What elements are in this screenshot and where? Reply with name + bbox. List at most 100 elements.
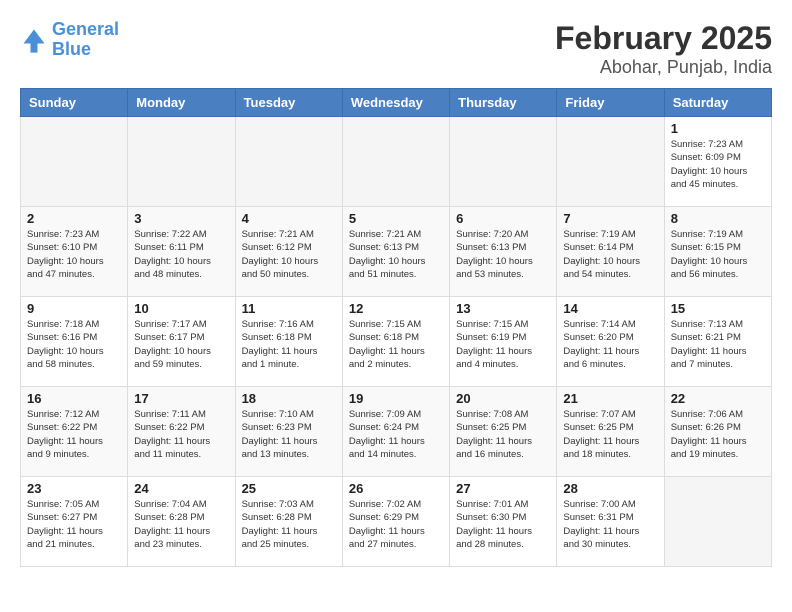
day-of-week-header: Saturday [664, 89, 771, 117]
day-info: Sunrise: 7:01 AM Sunset: 6:30 PM Dayligh… [456, 498, 550, 551]
calendar-cell: 11 Sunrise: 7:16 AM Sunset: 6:18 PM Dayli… [235, 297, 342, 387]
day-info: Sunrise: 7:15 AM Sunset: 6:19 PM Dayligh… [456, 318, 550, 371]
day-number: 9 [27, 301, 121, 316]
calendar-cell: 22Sunrise: 7:06 AM Sunset: 6:26 PM Dayli… [664, 387, 771, 477]
calendar-header-row: SundayMondayTuesdayWednesdayThursdayFrid… [21, 89, 772, 117]
day-info: Sunrise: 7:19 AM Sunset: 6:15 PM Dayligh… [671, 228, 765, 281]
calendar-cell [128, 117, 235, 207]
day-number: 8 [671, 211, 765, 226]
day-number: 22 [671, 391, 765, 406]
calendar-cell: 27 Sunrise: 7:01 AM Sunset: 6:30 PM Dayli… [450, 477, 557, 567]
day-number: 3 [134, 211, 228, 226]
calendar-cell: 10Sunrise: 7:17 AM Sunset: 6:17 PM Dayli… [128, 297, 235, 387]
day-info: Sunrise: 7:23 AM Sunset: 6:10 PM Dayligh… [27, 228, 121, 281]
day-number: 18 [242, 391, 336, 406]
day-info: Sunrise: 7:19 AM Sunset: 6:14 PM Dayligh… [563, 228, 657, 281]
day-number: 14 [563, 301, 657, 316]
day-number: 24 [134, 481, 228, 496]
day-info: Sunrise: 7:20 AM Sunset: 6:13 PM Dayligh… [456, 228, 550, 281]
calendar-cell: 26 Sunrise: 7:02 AM Sunset: 6:29 PM Dayli… [342, 477, 449, 567]
calendar-cell: 4 Sunrise: 7:21 AM Sunset: 6:12 PM Daylig… [235, 207, 342, 297]
day-number: 2 [27, 211, 121, 226]
calendar-cell: 5 Sunrise: 7:21 AM Sunset: 6:13 PM Daylig… [342, 207, 449, 297]
day-info: Sunrise: 7:00 AM Sunset: 6:31 PM Dayligh… [563, 498, 657, 551]
calendar-week-row: 1 Sunrise: 7:23 AM Sunset: 6:09 PM Daylig… [21, 117, 772, 207]
day-info: Sunrise: 7:12 AM Sunset: 6:22 PM Dayligh… [27, 408, 121, 461]
day-info: Sunrise: 7:02 AM Sunset: 6:29 PM Dayligh… [349, 498, 443, 551]
day-of-week-header: Wednesday [342, 89, 449, 117]
calendar-cell: 14 Sunrise: 7:14 AM Sunset: 6:20 PM Dayli… [557, 297, 664, 387]
day-number: 17 [134, 391, 228, 406]
day-number: 11 [242, 301, 336, 316]
calendar-table: SundayMondayTuesdayWednesdayThursdayFrid… [20, 88, 772, 567]
calendar-cell: 24Sunrise: 7:04 AM Sunset: 6:28 PM Dayli… [128, 477, 235, 567]
day-number: 23 [27, 481, 121, 496]
day-number: 5 [349, 211, 443, 226]
calendar-cell [664, 477, 771, 567]
day-info: Sunrise: 7:21 AM Sunset: 6:12 PM Dayligh… [242, 228, 336, 281]
day-number: 12 [349, 301, 443, 316]
calendar-cell: 3 Sunrise: 7:22 AM Sunset: 6:11 PM Daylig… [128, 207, 235, 297]
logo-icon [20, 26, 48, 54]
calendar-cell [235, 117, 342, 207]
calendar-cell: 16 Sunrise: 7:12 AM Sunset: 6:22 PM Dayli… [21, 387, 128, 477]
calendar-week-row: 16 Sunrise: 7:12 AM Sunset: 6:22 PM Dayli… [21, 387, 772, 477]
day-number: 4 [242, 211, 336, 226]
day-info: Sunrise: 7:14 AM Sunset: 6:20 PM Dayligh… [563, 318, 657, 371]
calendar-week-row: 2 Sunrise: 7:23 AM Sunset: 6:10 PM Daylig… [21, 207, 772, 297]
calendar-cell: 28 Sunrise: 7:00 AM Sunset: 6:31 PM Dayli… [557, 477, 664, 567]
calendar-title: February 2025 [555, 20, 772, 57]
day-number: 13 [456, 301, 550, 316]
day-of-week-header: Monday [128, 89, 235, 117]
day-info: Sunrise: 7:15 AM Sunset: 6:18 PM Dayligh… [349, 318, 443, 371]
day-of-week-header: Sunday [21, 89, 128, 117]
day-number: 6 [456, 211, 550, 226]
calendar-cell [450, 117, 557, 207]
calendar-cell: 25 Sunrise: 7:03 AM Sunset: 6:28 PM Dayli… [235, 477, 342, 567]
day-number: 28 [563, 481, 657, 496]
day-number: 10 [134, 301, 228, 316]
calendar-subtitle: Abohar, Punjab, India [555, 57, 772, 78]
day-info: Sunrise: 7:07 AM Sunset: 6:25 PM Dayligh… [563, 408, 657, 461]
calendar-cell: 18Sunrise: 7:10 AM Sunset: 6:23 PM Dayli… [235, 387, 342, 477]
calendar-week-row: 9 Sunrise: 7:18 AM Sunset: 6:16 PM Daylig… [21, 297, 772, 387]
calendar-cell: 7 Sunrise: 7:19 AM Sunset: 6:14 PM Daylig… [557, 207, 664, 297]
day-info: Sunrise: 7:11 AM Sunset: 6:22 PM Dayligh… [134, 408, 228, 461]
day-number: 16 [27, 391, 121, 406]
day-of-week-header: Tuesday [235, 89, 342, 117]
day-number: 21 [563, 391, 657, 406]
day-info: Sunrise: 7:08 AM Sunset: 6:25 PM Dayligh… [456, 408, 550, 461]
day-number: 19 [349, 391, 443, 406]
day-info: Sunrise: 7:03 AM Sunset: 6:28 PM Dayligh… [242, 498, 336, 551]
calendar-cell: 9 Sunrise: 7:18 AM Sunset: 6:16 PM Daylig… [21, 297, 128, 387]
day-of-week-header: Friday [557, 89, 664, 117]
calendar-week-row: 23 Sunrise: 7:05 AM Sunset: 6:27 PM Dayli… [21, 477, 772, 567]
logo: General Blue [20, 20, 119, 60]
calendar-cell: 21 Sunrise: 7:07 AM Sunset: 6:25 PM Dayli… [557, 387, 664, 477]
day-number: 1 [671, 121, 765, 136]
calendar-cell [21, 117, 128, 207]
day-info: Sunrise: 7:13 AM Sunset: 6:21 PM Dayligh… [671, 318, 765, 371]
logo-text: General Blue [52, 20, 119, 60]
day-number: 15 [671, 301, 765, 316]
calendar-cell: 12 Sunrise: 7:15 AM Sunset: 6:18 PM Dayli… [342, 297, 449, 387]
day-info: Sunrise: 7:09 AM Sunset: 6:24 PM Dayligh… [349, 408, 443, 461]
calendar-cell [557, 117, 664, 207]
day-info: Sunrise: 7:23 AM Sunset: 6:09 PM Dayligh… [671, 138, 765, 191]
calendar-cell: 1 Sunrise: 7:23 AM Sunset: 6:09 PM Daylig… [664, 117, 771, 207]
calendar-cell: 13 Sunrise: 7:15 AM Sunset: 6:19 PM Dayli… [450, 297, 557, 387]
calendar-cell: 15 Sunrise: 7:13 AM Sunset: 6:21 PM Dayli… [664, 297, 771, 387]
day-info: Sunrise: 7:22 AM Sunset: 6:11 PM Dayligh… [134, 228, 228, 281]
day-info: Sunrise: 7:18 AM Sunset: 6:16 PM Dayligh… [27, 318, 121, 371]
day-of-week-header: Thursday [450, 89, 557, 117]
day-number: 25 [242, 481, 336, 496]
day-number: 7 [563, 211, 657, 226]
calendar-cell: 2 Sunrise: 7:23 AM Sunset: 6:10 PM Daylig… [21, 207, 128, 297]
calendar-cell: 6 Sunrise: 7:20 AM Sunset: 6:13 PM Daylig… [450, 207, 557, 297]
day-number: 27 [456, 481, 550, 496]
day-info: Sunrise: 7:16 AM Sunset: 6:18 PM Dayligh… [242, 318, 336, 371]
day-info: Sunrise: 7:05 AM Sunset: 6:27 PM Dayligh… [27, 498, 121, 551]
page-header: General Blue February 2025 Abohar, Punja… [20, 20, 772, 78]
day-info: Sunrise: 7:21 AM Sunset: 6:13 PM Dayligh… [349, 228, 443, 281]
day-number: 26 [349, 481, 443, 496]
